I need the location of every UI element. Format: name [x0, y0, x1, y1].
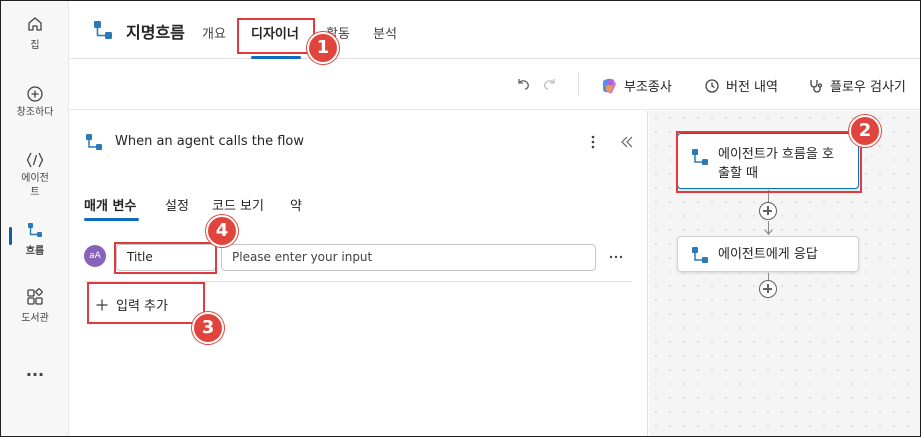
undo-icon[interactable] — [515, 76, 531, 92]
tab-designer-indicator — [251, 56, 301, 59]
rail-item-library[interactable]: 도서관 — [1, 288, 69, 324]
copilot-button[interactable]: 부조종사 — [600, 76, 672, 95]
copilot-label: 부조종사 — [624, 80, 672, 95]
rail-label: 에이전트 — [21, 173, 49, 198]
subtab-about[interactable]: 약 — [290, 195, 302, 214]
collapse-panel-icon[interactable] — [620, 135, 634, 149]
top-header: 지명흐름 개요 디자이너 활동 분석 — [70, 1, 920, 59]
highlight-designer-tab — [237, 18, 315, 54]
home-icon — [28, 17, 42, 31]
highlight-trigger-node — [676, 131, 862, 193]
response-node[interactable]: 에이전트에게 응답 — [677, 236, 859, 272]
flow-checker-button[interactable]: 플로우 검사기 — [808, 76, 906, 95]
panel-title: When an agent calls the flow — [115, 134, 304, 149]
response-node-label: 에이전트에게 응답 — [718, 247, 818, 262]
rail-item-create[interactable]: 창조하다 — [1, 85, 69, 120]
library-icon — [27, 288, 43, 305]
flow-trigger-icon — [86, 134, 102, 150]
callout-badge-1: 1 — [307, 32, 339, 64]
trigger-config-panel: When an agent calls the flow 매개 변수 설정 코드… — [70, 111, 648, 436]
subtab-parameters[interactable]: 매개 변수 — [84, 195, 136, 214]
rail-item-home[interactable]: 집 — [1, 15, 69, 51]
version-history-label: 버전 내역 — [726, 80, 778, 95]
subtab-parameters-indicator — [84, 218, 139, 221]
subtab-code-view[interactable]: 코드 보기 — [212, 195, 264, 214]
callout-badge-2: 2 — [849, 115, 881, 147]
app-window: 집 창조하다 에이전트 흐름 도서관 ... 지명흐름 개요 디자이너 활동 분… — [0, 0, 921, 437]
rail-item-agents[interactable]: 에이전트 — [1, 151, 69, 200]
rail-label: 도서관 — [21, 313, 49, 324]
rail-label: 창조하다 — [16, 107, 54, 118]
flow-logo-icon — [94, 21, 112, 39]
version-history-button[interactable]: 버전 내역 — [704, 76, 778, 95]
tab-analytics[interactable]: 분석 — [373, 23, 397, 42]
page-title: 지명흐름 — [126, 23, 185, 42]
rail-label: 흐름 — [25, 246, 45, 257]
flow-icon — [28, 223, 42, 237]
copilot-icon — [603, 78, 616, 93]
subtab-settings[interactable]: 설정 — [165, 195, 189, 214]
arrow-down-icon — [764, 229, 773, 235]
callout-badge-4: 4 — [206, 215, 238, 247]
highlight-add-input — [87, 282, 205, 324]
more-horizontal-icon[interactable] — [609, 254, 623, 260]
flow-checker-label: 플로우 검사기 — [830, 80, 906, 95]
insert-step-button[interactable] — [759, 280, 777, 298]
add-circle-icon — [27, 86, 43, 102]
stethoscope-icon — [810, 79, 823, 93]
insert-step-button[interactable] — [759, 202, 777, 220]
rail-label: 집 — [30, 40, 40, 51]
designer-toolbar: 부조종사 버전 내역 플로우 검사기 — [70, 60, 920, 110]
input-value-field[interactable]: Please enter your input — [221, 244, 596, 271]
history-icon — [705, 78, 719, 93]
input-type-avatar: aA — [84, 245, 106, 267]
flow-node-icon — [692, 247, 708, 263]
toolbar-divider — [578, 72, 579, 96]
agent-icon — [26, 152, 44, 168]
more-vertical-icon[interactable] — [588, 135, 598, 149]
callout-badge-3: 3 — [192, 312, 224, 344]
rail-more-button[interactable]: ... — [1, 361, 69, 380]
rail-item-flows[interactable]: 흐름 — [1, 221, 69, 257]
redo-icon[interactable] — [542, 76, 558, 92]
tab-overview[interactable]: 개요 — [202, 23, 226, 42]
highlight-title-field — [114, 242, 217, 274]
left-rail: 집 창조하다 에이전트 흐름 도서관 ... — [1, 1, 69, 436]
